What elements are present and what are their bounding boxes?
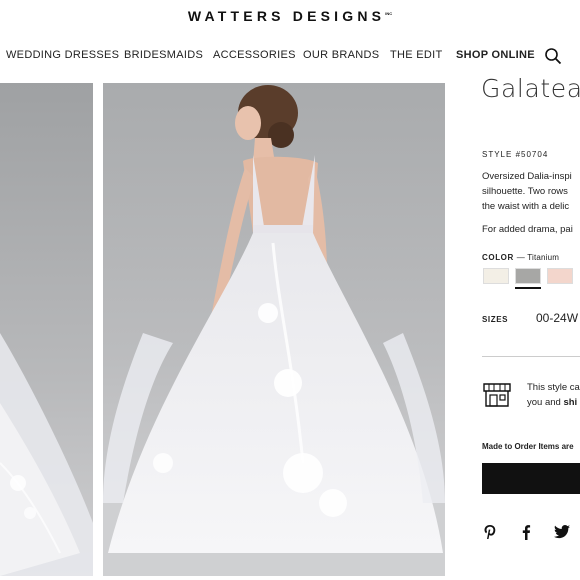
add-to-cart-button[interactable]	[482, 463, 580, 494]
store-icon	[483, 383, 511, 407]
shipping-line-2-bold: shi	[563, 397, 578, 408]
color-label: COLOR — Titanium	[482, 253, 559, 262]
product-style-number: STYLE #50704	[482, 150, 549, 159]
facebook-icon[interactable]	[521, 524, 531, 540]
description-line-2: silhouette. Two rows	[482, 186, 568, 197]
product-image-main[interactable]	[103, 83, 445, 576]
main-nav: WEDDING DRESSES BRIDESMAIDS ACCESSORIES …	[0, 49, 580, 65]
nav-accessories[interactable]: ACCESSORIES	[213, 49, 296, 61]
color-selected-name: — Titanium	[516, 253, 560, 262]
product-image-previous[interactable]	[0, 83, 93, 576]
search-icon[interactable]	[544, 47, 562, 65]
product-title: Galatea	[481, 74, 580, 103]
nav-shop-online[interactable]: SHOP ONLINE	[456, 49, 535, 61]
nav-bridesmaids[interactable]: BRIDESMAIDS	[124, 49, 203, 61]
sizes-value: 00-24W	[536, 311, 579, 325]
selected-swatch-indicator	[515, 287, 541, 289]
shipping-line-2-text: you and	[527, 397, 564, 408]
nav-the-edit[interactable]: THE EDIT	[390, 49, 443, 61]
brand-logo[interactable]: WATTERS DESIGNSINC	[0, 8, 580, 24]
pinterest-icon[interactable]	[483, 524, 497, 540]
description-line-3: the waist with a delic	[482, 201, 570, 212]
shipping-line-2: you and shi	[527, 397, 577, 408]
brand-mark: INC	[385, 11, 393, 16]
sizes-label: SIZES	[482, 315, 509, 324]
brand-name: WATTERS DESIGNS	[187, 8, 386, 24]
nav-our-brands[interactable]: OUR BRANDS	[303, 49, 379, 61]
description-extra-note: For added drama, pai	[482, 224, 573, 235]
swatch-ivory[interactable]	[483, 268, 509, 284]
shipping-line-1: This style ca	[527, 382, 580, 393]
swatch-blush[interactable]	[547, 268, 573, 284]
swatch-titanium[interactable]	[515, 268, 541, 284]
nav-wedding-dresses[interactable]: WEDDING DRESSES	[6, 49, 119, 61]
description-line-1: Oversized Dalia-inspi	[482, 171, 572, 182]
twitter-icon[interactable]	[554, 524, 570, 540]
made-to-order-note: Made to Order Items are	[482, 442, 574, 451]
divider	[482, 356, 580, 357]
color-heading: COLOR	[482, 253, 514, 262]
